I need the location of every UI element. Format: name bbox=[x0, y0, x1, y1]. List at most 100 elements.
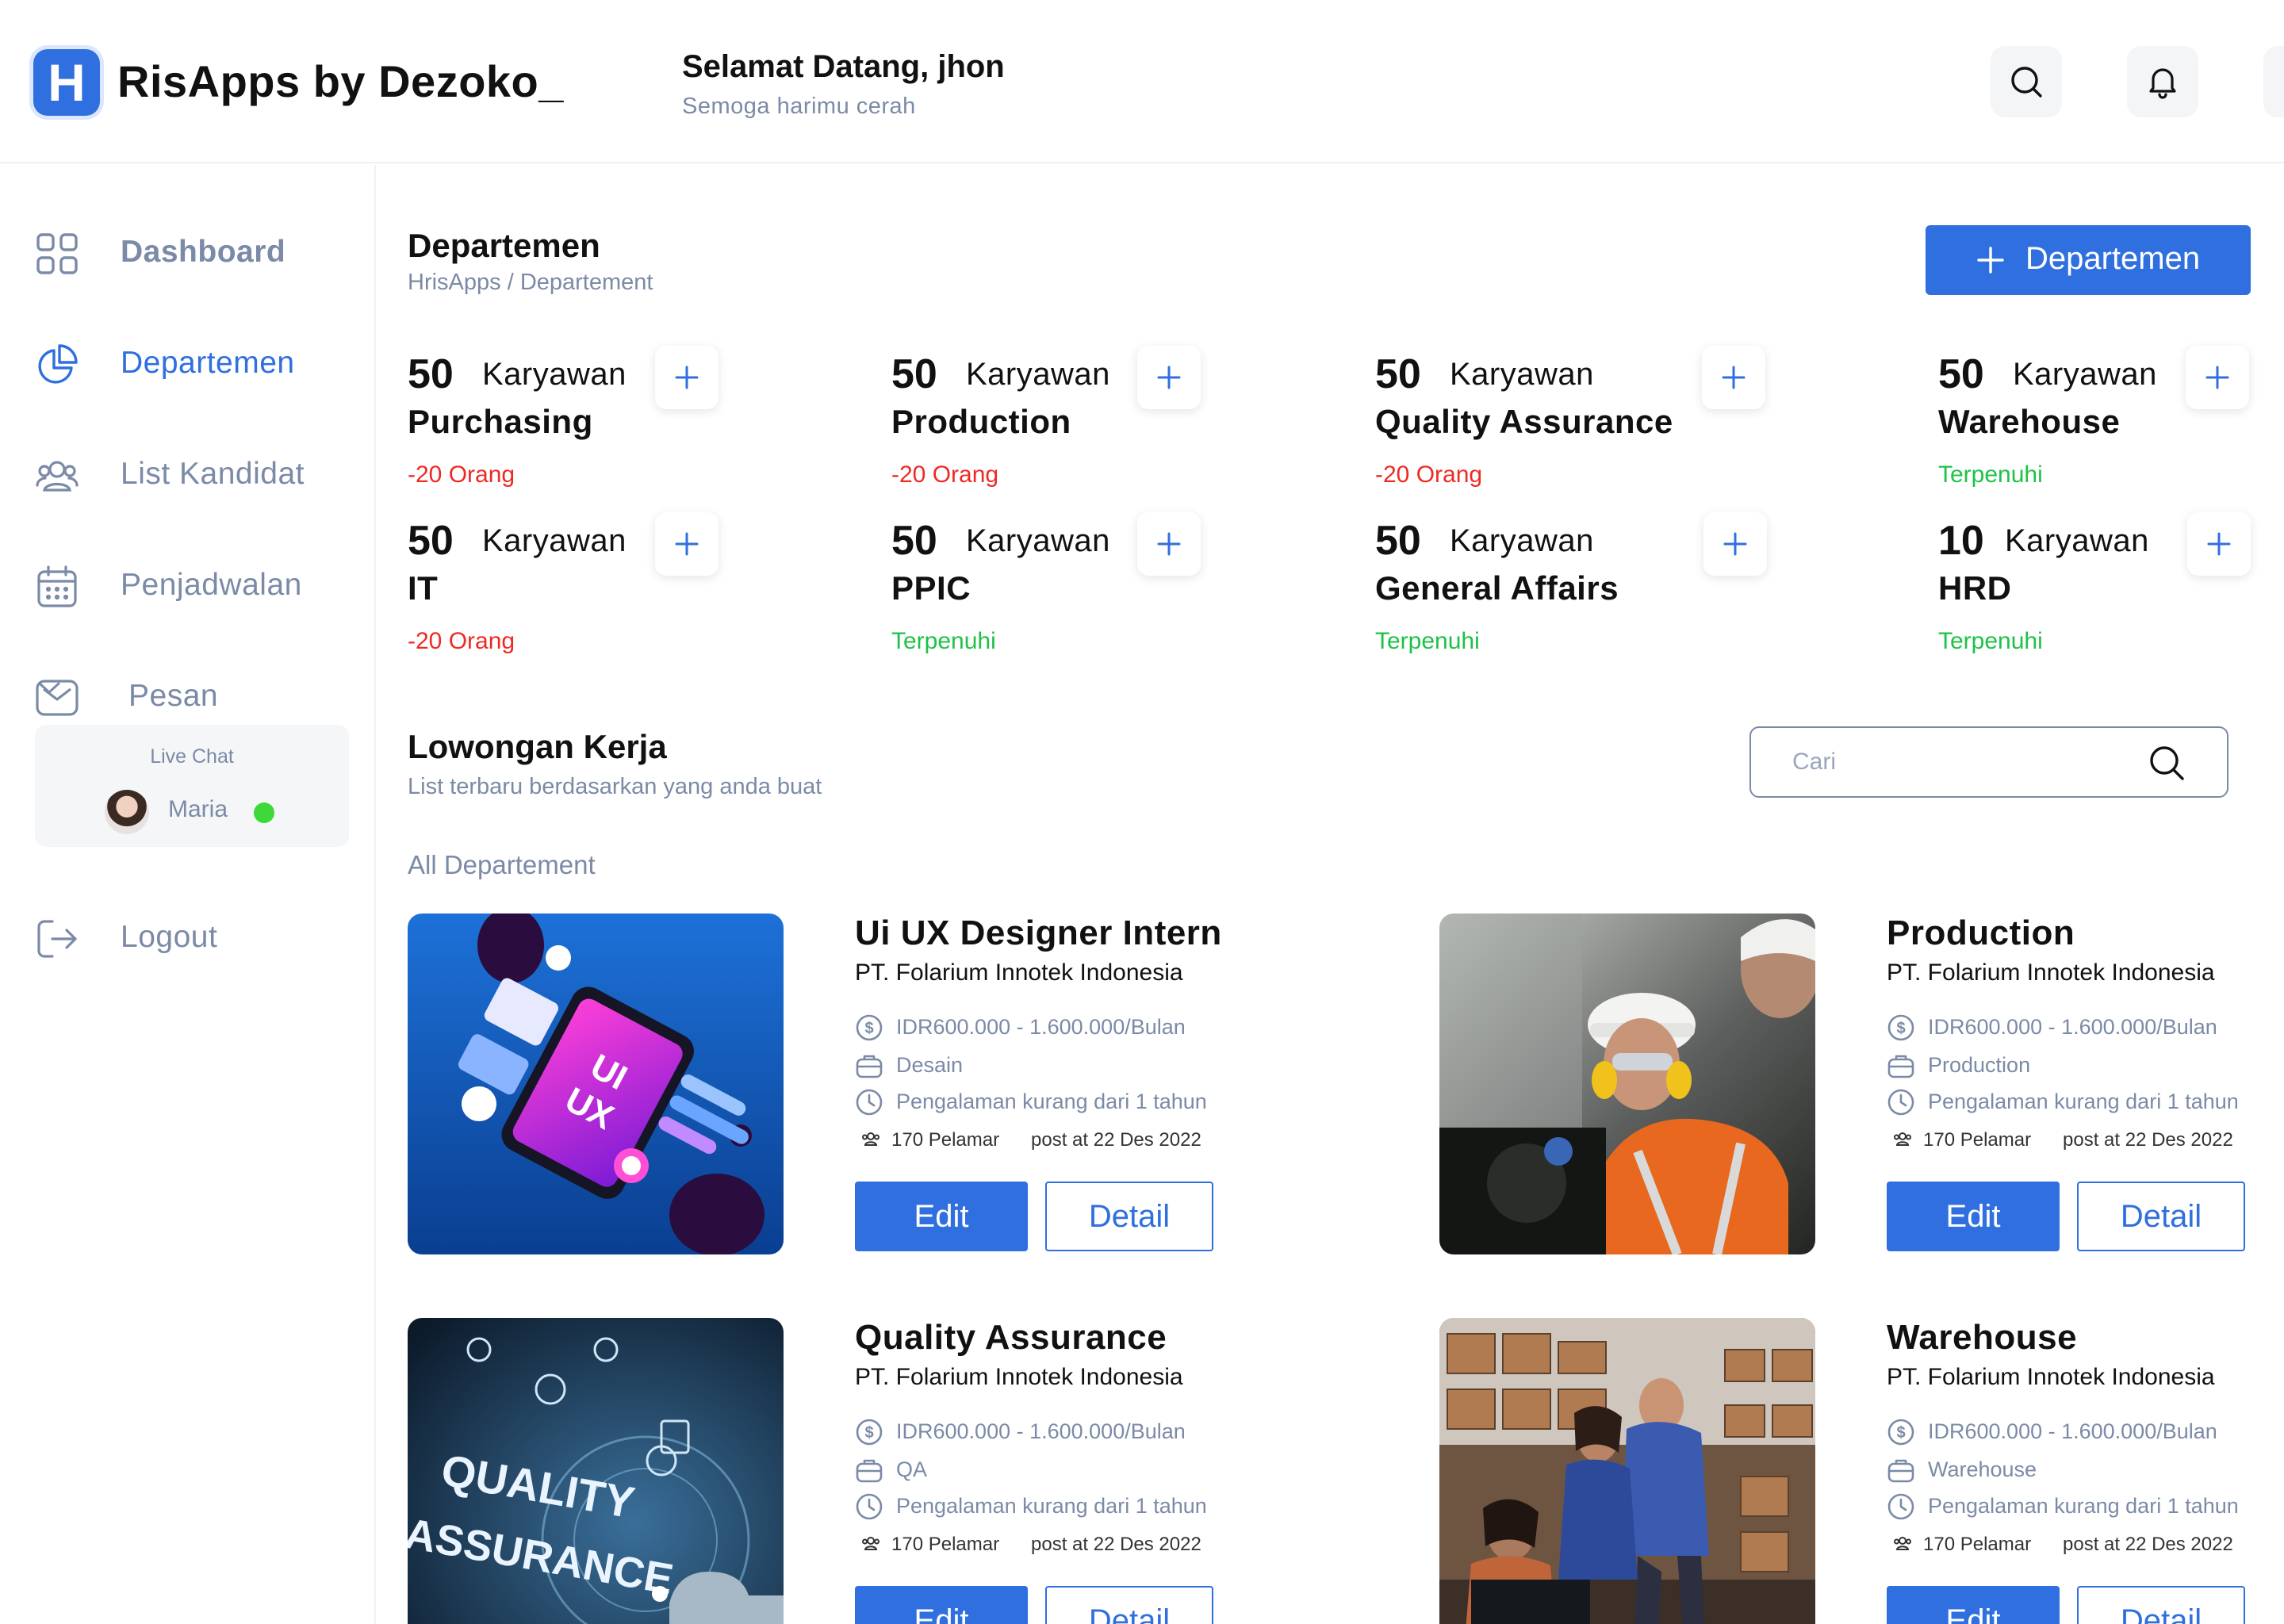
job-image: QUALITY ASSURANCE bbox=[408, 1318, 784, 1624]
department-status: Terpenuhi bbox=[1938, 628, 2043, 654]
job-title[interactable]: Warehouse bbox=[1887, 1318, 2077, 1358]
sidebar-item-logout[interactable]: Logout bbox=[0, 901, 376, 972]
edit-button[interactable]: Edit bbox=[855, 1586, 1028, 1624]
department-filter[interactable]: All Departement bbox=[408, 850, 596, 880]
users-icon bbox=[1894, 1132, 1911, 1146]
add-employee-button[interactable] bbox=[2186, 346, 2249, 409]
sidebar-item-departemen[interactable]: Departemen bbox=[0, 327, 376, 398]
job-posted-date: post at 22 Des 2022 bbox=[1031, 1534, 1201, 1555]
department-card-purchasing: 50 Karyawan Purchasing -20 Orang bbox=[408, 346, 852, 509]
job-experience-text: Pengalaman kurang dari 1 tahun bbox=[1928, 1494, 2239, 1518]
calendar-icon bbox=[37, 565, 77, 607]
edit-button[interactable]: Edit bbox=[1887, 1182, 2060, 1251]
section-title-jobs: Lowongan Kerja bbox=[408, 728, 667, 765]
notification-button[interactable] bbox=[2127, 46, 2198, 117]
department-unit: Karyawan bbox=[1450, 357, 1594, 392]
job-category-text: Warehouse bbox=[1928, 1457, 2037, 1481]
sidebar-item-label: Departemen bbox=[121, 346, 295, 380]
plus-icon bbox=[675, 366, 699, 389]
search-icon[interactable] bbox=[2148, 744, 2186, 782]
job-company: PT. Folarium Innotek Indonesia bbox=[855, 1364, 1183, 1390]
sidebar-item-penjadwalan[interactable]: Penjadwalan bbox=[0, 549, 376, 620]
live-chat-panel: Live Chat Maria bbox=[35, 725, 349, 847]
job-image: UI UX bbox=[408, 914, 784, 1254]
department-count: 50 bbox=[891, 351, 937, 397]
app-title: RisApps by Dezoko_ bbox=[117, 56, 564, 106]
plus-icon bbox=[675, 532, 699, 556]
chevron-down-icon[interactable] bbox=[35, 676, 63, 699]
job-meta: 170 Pelamar post at 22 Des 2022 bbox=[855, 1124, 1426, 1156]
sidebar-item-list-kandidat[interactable]: List Kandidat bbox=[0, 438, 376, 509]
avatar[interactable] bbox=[105, 790, 149, 834]
dollar-icon: $ bbox=[856, 1014, 883, 1041]
add-employee-button[interactable] bbox=[1137, 346, 1201, 409]
department-unit: Karyawan bbox=[482, 523, 627, 558]
job-title[interactable]: Ui UX Designer Intern bbox=[855, 914, 1222, 953]
add-employee-button[interactable] bbox=[1703, 512, 1767, 576]
department-card-quality-assurance: 50 Karyawan Quality Assurance -20 Orang bbox=[1375, 346, 1819, 509]
job-salary-text: IDR600.000 - 1.600.000/Bulan bbox=[896, 1419, 1186, 1443]
add-employee-button[interactable] bbox=[2187, 512, 2251, 576]
detail-button[interactable]: Detail bbox=[2077, 1182, 2245, 1251]
job-meta: 170 Pelamar post at 22 Des 2022 bbox=[855, 1529, 1426, 1561]
sidebar-item-pesan[interactable]: Pesan bbox=[0, 660, 376, 731]
department-card-hrd: 10 Karyawan HRD Terpenuhi bbox=[1938, 512, 2255, 676]
search-input[interactable] bbox=[1792, 742, 2141, 782]
detail-button[interactable]: Detail bbox=[1045, 1182, 1213, 1251]
job-card-production: Production PT. Folarium Innotek Indonesi… bbox=[1439, 914, 2284, 1262]
svg-text:$: $ bbox=[864, 1424, 873, 1442]
add-employee-button[interactable] bbox=[655, 346, 719, 409]
add-employee-button[interactable] bbox=[655, 512, 719, 576]
plus-icon bbox=[2207, 532, 2231, 556]
briefcase-icon bbox=[1887, 1459, 1914, 1483]
job-experience-text: Pengalaman kurang dari 1 tahun bbox=[896, 1494, 1207, 1518]
header-search-button[interactable] bbox=[1991, 46, 2062, 117]
breadcrumb[interactable]: HrisApps / Departement bbox=[408, 270, 653, 296]
users-icon bbox=[862, 1132, 879, 1146]
job-title[interactable]: Production bbox=[1887, 914, 2075, 953]
add-employee-button[interactable] bbox=[1137, 512, 1201, 576]
job-category-text: Production bbox=[1928, 1053, 2031, 1077]
clock-icon bbox=[856, 1089, 883, 1116]
live-chat-contact-name[interactable]: Maria bbox=[168, 796, 228, 823]
department-name: Warehouse bbox=[1938, 403, 2121, 440]
users-icon bbox=[1894, 1537, 1911, 1550]
dollar-icon: $ bbox=[856, 1419, 883, 1446]
sidebar: Dashboard Departemen List Kandidat Penja… bbox=[0, 165, 376, 1624]
briefcase-icon bbox=[1887, 1055, 1914, 1078]
department-unit: Karyawan bbox=[2005, 523, 2149, 558]
job-category-text: QA bbox=[896, 1457, 928, 1481]
online-status-dot bbox=[254, 802, 274, 823]
job-meta: 170 Pelamar post at 22 Des 2022 bbox=[1887, 1529, 2284, 1561]
department-card-general-affairs: 50 Karyawan General Affairs Terpenuhi bbox=[1375, 512, 1819, 676]
add-employee-button[interactable] bbox=[1702, 346, 1765, 409]
plus-icon bbox=[2205, 366, 2229, 389]
live-chat-title: Live Chat bbox=[150, 745, 234, 768]
detail-button[interactable]: Detail bbox=[2077, 1586, 2245, 1624]
profile-button[interactable] bbox=[2263, 46, 2284, 117]
sidebar-item-dashboard[interactable]: Dashboard bbox=[0, 216, 376, 287]
edit-button[interactable]: Edit bbox=[1887, 1586, 2060, 1624]
department-count: 50 bbox=[1375, 351, 1421, 397]
logout-icon bbox=[37, 920, 77, 958]
department-card-it: 50 Karyawan IT -20 Orang bbox=[408, 512, 852, 676]
job-card-quality-assurance: QUALITY ASSURANCE Quality Assurance PT. … bbox=[408, 1318, 1439, 1624]
job-posted-date: post at 22 Des 2022 bbox=[2063, 1129, 2233, 1151]
department-count: 50 bbox=[1375, 518, 1421, 564]
department-status: Terpenuhi bbox=[1375, 628, 1480, 654]
add-department-button[interactable]: Departemen bbox=[1926, 225, 2251, 295]
clock-icon bbox=[856, 1493, 883, 1520]
department-count: 50 bbox=[1938, 351, 1984, 397]
job-title[interactable]: Quality Assurance bbox=[855, 1318, 1167, 1358]
detail-button[interactable]: Detail bbox=[1045, 1586, 1213, 1624]
job-posted-date: post at 22 Des 2022 bbox=[1031, 1129, 1201, 1151]
department-name: Quality Assurance bbox=[1375, 403, 1673, 440]
edit-button[interactable]: Edit bbox=[855, 1182, 1028, 1251]
department-unit: Karyawan bbox=[966, 357, 1110, 392]
grid-icon bbox=[36, 233, 78, 274]
job-company: PT. Folarium Innotek Indonesia bbox=[1887, 1364, 2215, 1390]
job-search-box bbox=[1749, 726, 2228, 798]
department-count: 50 bbox=[891, 518, 937, 564]
users-icon bbox=[862, 1537, 879, 1550]
plus-icon bbox=[1723, 532, 1747, 556]
